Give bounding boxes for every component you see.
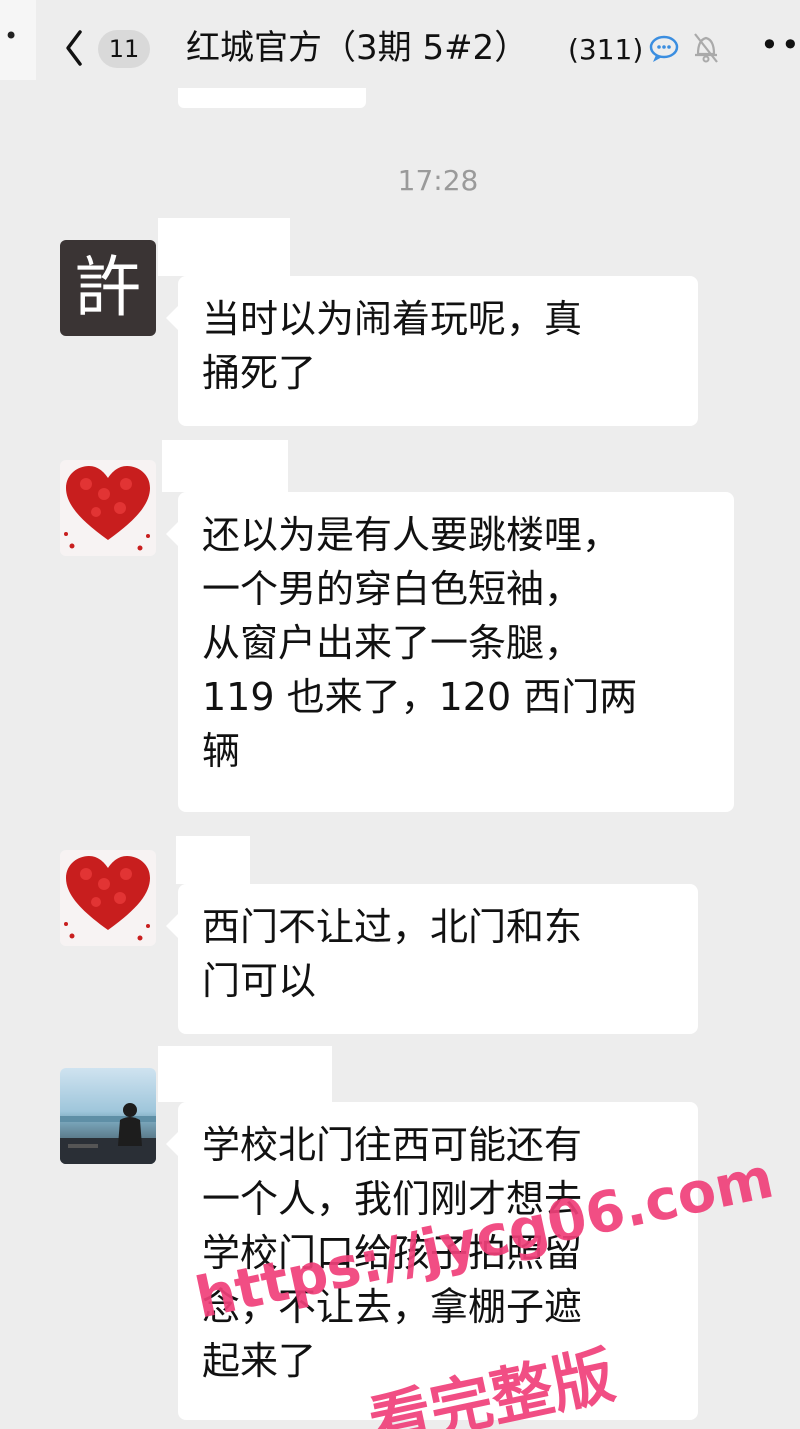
sender-name-mask <box>176 836 250 884</box>
rose-heart-icon <box>64 466 150 551</box>
member-count: (311) <box>568 33 644 66</box>
sender-name-mask <box>158 218 290 276</box>
previous-message-bubble-edge <box>178 88 366 108</box>
sender-name-mask <box>158 1046 332 1102</box>
avatar-xu[interactable]: 許 <box>60 240 156 336</box>
message-bubble[interactable]: 当时以为闹着玩呢，真 捅死了 <box>166 276 698 426</box>
message-bubble[interactable]: 还以为是有人要跳楼哩， 一个男的穿白色短袖， 从窗户出来了一条腿， 119 也来… <box>166 492 734 812</box>
heart-avatar[interactable] <box>60 850 156 946</box>
chat-bubble-icon <box>649 35 679 62</box>
seaside-photo-icon <box>60 1103 156 1164</box>
sender-name-mask <box>162 440 288 492</box>
more-options-icon[interactable]: ••• <box>760 26 800 64</box>
left-edge-strip: • <box>0 0 36 80</box>
heart-avatar[interactable] <box>60 460 156 556</box>
message-bubble[interactable]: 西门不让过，北门和东 门可以 <box>166 884 698 1034</box>
chat-title: 红城官方（3期 5#2） <box>186 28 529 68</box>
chat-header: • 11 红城官方（3期 5#2） (311) ••• <box>0 0 800 96</box>
rose-heart-icon <box>64 856 150 941</box>
back-chevron-icon[interactable] <box>64 28 84 68</box>
mute-bell-icon <box>694 33 718 63</box>
photo-avatar[interactable] <box>60 1068 156 1164</box>
left-edge-dot: • <box>4 22 19 50</box>
message-timestamp: 17:28 <box>397 164 479 197</box>
unread-count-badge[interactable]: 11 <box>98 30 150 68</box>
